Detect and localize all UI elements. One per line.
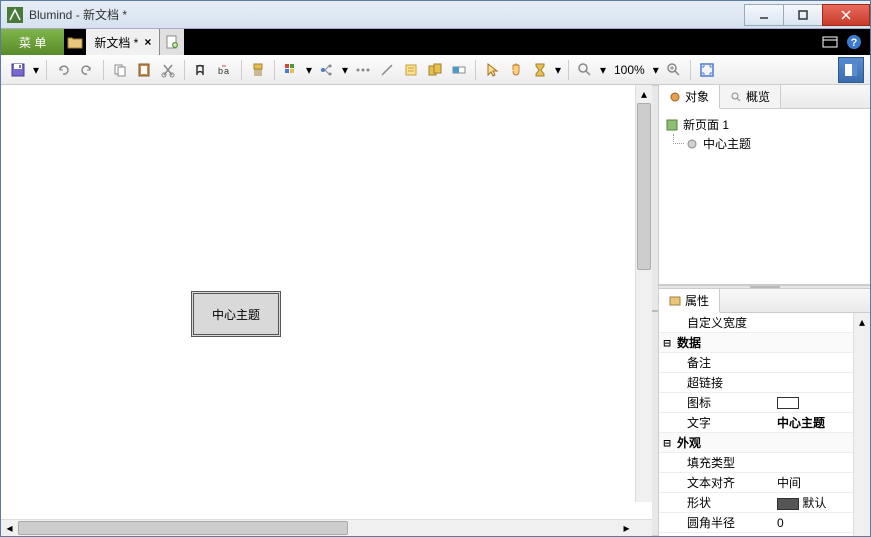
window-icon[interactable] [822, 35, 838, 49]
document-tab-label: 新文档 * [94, 34, 138, 51]
zoom-level-dropdown[interactable]: ▾ [651, 63, 661, 77]
pointer-tool[interactable] [481, 59, 503, 81]
save-button[interactable] [7, 59, 29, 81]
cut-button[interactable] [157, 59, 179, 81]
side-panel: 对象 概览 新页面 1 中心主题 [658, 85, 870, 536]
find-button[interactable] [190, 59, 212, 81]
prop-group-appearance[interactable]: ⊟外观 [659, 433, 853, 453]
prop-text[interactable]: 文字中心主题 [659, 413, 853, 433]
prop-group-data[interactable]: ⊟数据 [659, 333, 853, 353]
page-icon [665, 118, 679, 132]
prop-fill-type[interactable]: 填充类型 [659, 453, 853, 473]
scroll-right-arrow[interactable]: ▸ [618, 520, 635, 536]
horizontal-scrollbar[interactable]: ◂ ▸ [1, 519, 652, 536]
prop-font[interactable]: 字体(无) [659, 533, 853, 536]
document-tab[interactable]: 新文档 * × [86, 29, 160, 55]
panel-toggle-button[interactable] [838, 57, 864, 83]
tab-overview[interactable]: 概览 [720, 85, 781, 108]
app-icon [7, 7, 23, 23]
scroll-left-arrow[interactable]: ◂ [1, 520, 18, 536]
vertical-scrollbar[interactable]: ▴ [635, 85, 652, 502]
redo-button[interactable] [76, 59, 98, 81]
new-tab-button[interactable] [160, 29, 184, 55]
zoom-in-button[interactable] [663, 59, 685, 81]
search-icon [730, 91, 742, 103]
attachment-button[interactable] [424, 59, 446, 81]
tab-close-button[interactable]: × [144, 35, 151, 49]
note-button[interactable] [400, 59, 422, 81]
tab-properties[interactable]: 属性 [659, 289, 720, 313]
scroll-up-arrow[interactable]: ▴ [636, 85, 652, 102]
tree-center-item[interactable]: 中心主题 [665, 134, 864, 153]
undo-button[interactable] [52, 59, 74, 81]
fit-window-button[interactable] [696, 59, 718, 81]
zoom-out-dropdown[interactable]: ▾ [598, 63, 608, 77]
progress-button[interactable] [448, 59, 470, 81]
canvas-area: 中心主题 ▴ ◂ ▸ [1, 85, 652, 536]
color-grid-button[interactable] [280, 59, 302, 81]
replace-button[interactable]: ba [214, 59, 236, 81]
maximize-button[interactable] [783, 4, 823, 26]
prop-custom-width[interactable]: 自定义宽度 [659, 313, 853, 333]
topic-icon [685, 137, 699, 151]
prop-icon[interactable]: 图标 [659, 393, 853, 413]
save-dropdown[interactable]: ▾ [31, 63, 41, 77]
prop-hyperlink[interactable]: 超链接 [659, 373, 853, 393]
help-button[interactable]: ? [846, 34, 862, 50]
canvas[interactable]: 中心主题 ▴ [1, 85, 652, 519]
close-button[interactable] [822, 4, 870, 26]
svg-text:a: a [224, 66, 229, 76]
link-button[interactable] [376, 59, 398, 81]
window-title: Blumind - 新文档 * [29, 6, 745, 23]
menu-button[interactable]: 菜 单 [1, 29, 64, 55]
svg-text:?: ? [851, 37, 858, 49]
zoom-tool[interactable] [574, 59, 596, 81]
format-brush-button[interactable] [247, 59, 269, 81]
props-scrollbar[interactable]: ▴ [853, 313, 870, 536]
object-icon [669, 91, 681, 103]
workspace: 中心主题 ▴ ◂ ▸ 对象 [1, 85, 870, 536]
window-controls [745, 4, 870, 26]
titlebar: Blumind - 新文档 * [1, 1, 870, 29]
node-spacing-button[interactable] [352, 59, 374, 81]
color-dropdown[interactable]: ▾ [304, 63, 314, 77]
properties-panel: 属性 ▴ 自定义宽度 ⊟数据 备注 超链接 图标 文字中心主题 ⊟外观 填充类型… [659, 289, 870, 536]
svg-text:b: b [218, 66, 223, 76]
properties-icon [669, 295, 681, 307]
center-topic-label: 中心主题 [212, 306, 260, 323]
center-topic-node[interactable]: 中心主题 [191, 291, 281, 337]
open-folder-button[interactable] [64, 29, 86, 55]
zoom-level[interactable]: 100% [610, 63, 649, 77]
toolbar: ▾ ba ▾ ▾ ▾ ▾ 100% ▾ [1, 55, 870, 85]
layout-button[interactable] [316, 59, 338, 81]
prop-remark[interactable]: 备注 [659, 353, 853, 373]
paste-button[interactable] [133, 59, 155, 81]
layout-dropdown[interactable]: ▾ [340, 63, 350, 77]
tab-object[interactable]: 对象 [659, 85, 720, 109]
hand-tool[interactable] [505, 59, 527, 81]
app-window: Blumind - 新文档 * 菜 单 新文档 * × ? ▾ [0, 0, 871, 537]
scroll-thumb-v[interactable] [637, 103, 651, 270]
minimize-button[interactable] [744, 4, 784, 26]
prop-text-align[interactable]: 文本对齐中间 [659, 473, 853, 493]
outline-panel: 对象 概览 新页面 1 中心主题 [659, 85, 870, 285]
prop-corner-radius[interactable]: 圆角半径0 [659, 513, 853, 533]
copy-button[interactable] [109, 59, 131, 81]
props-scroll-up[interactable]: ▴ [854, 313, 870, 330]
outline-tree: 新页面 1 中心主题 [659, 109, 870, 284]
menubar: 菜 单 新文档 * × ? [1, 29, 870, 55]
tree-page-item[interactable]: 新页面 1 [665, 115, 864, 134]
scroll-thumb-h[interactable] [18, 521, 348, 535]
timer-dropdown[interactable]: ▾ [553, 63, 563, 77]
timer-tool[interactable] [529, 59, 551, 81]
properties-grid: ▴ 自定义宽度 ⊟数据 备注 超链接 图标 文字中心主题 ⊟外观 填充类型 文本… [659, 313, 870, 536]
prop-shape[interactable]: 形状 默认 [659, 493, 853, 513]
